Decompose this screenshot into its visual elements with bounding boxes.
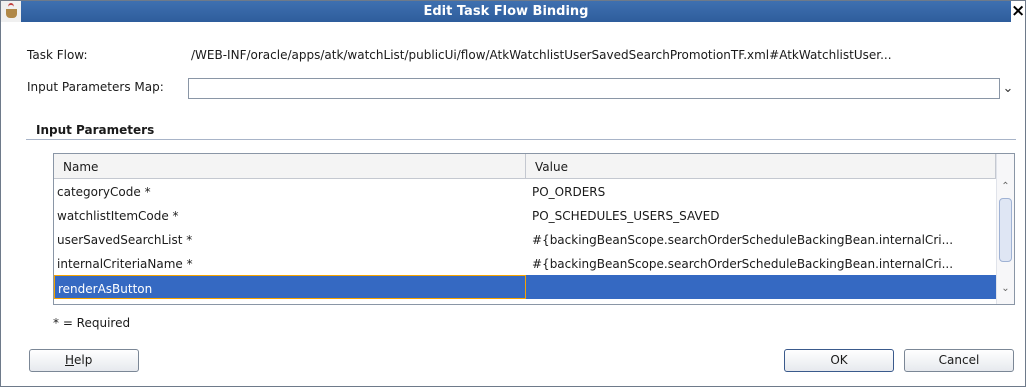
table-header: Name Value: [54, 154, 996, 179]
column-header-value[interactable]: Value: [526, 154, 996, 178]
input-parameters-table: Name Value categoryCode * PO_ORDERS watc…: [53, 153, 1015, 305]
vertical-scrollbar[interactable]: ⌃ ⌄: [996, 154, 1014, 304]
table-row-selected[interactable]: renderAsButton: [54, 275, 996, 299]
edit-task-flow-binding-dialog: Edit Task Flow Binding × Task Flow: /WEB…: [0, 0, 1026, 387]
param-value[interactable]: PO_ORDERS: [529, 179, 996, 203]
table-row[interactable]: userSavedSearchList * #{backingBeanScope…: [54, 227, 996, 251]
cancel-button[interactable]: Cancel: [904, 349, 1014, 372]
param-value[interactable]: #{backingBeanScope.searchOrderScheduleBa…: [529, 251, 996, 275]
param-name[interactable]: categoryCode *: [54, 179, 526, 203]
help-button[interactable]: Help: [29, 349, 139, 372]
ok-button[interactable]: OK: [784, 349, 894, 372]
param-value[interactable]: PO_SCHEDULES_USERS_SAVED: [529, 203, 996, 227]
title-bar[interactable]: Edit Task Flow Binding ×: [1, 1, 1025, 22]
param-value[interactable]: [529, 275, 996, 299]
task-flow-label: Task Flow:: [27, 48, 88, 62]
param-name[interactable]: watchlistItemCode *: [54, 203, 526, 227]
table-row[interactable]: categoryCode * PO_ORDERS: [54, 179, 996, 203]
dialog-title: Edit Task Flow Binding: [423, 4, 589, 19]
param-name[interactable]: userSavedSearchList *: [54, 227, 526, 251]
param-name[interactable]: renderAsButton: [54, 275, 526, 299]
input-parameters-map-combo[interactable]: [188, 78, 1000, 99]
task-flow-path: /WEB-INF/oracle/apps/atk/watchList/publi…: [191, 48, 892, 62]
chevron-down-icon[interactable]: ⌄: [1000, 79, 1016, 98]
param-name[interactable]: internalCriteriaName *: [54, 251, 526, 275]
section-divider: [26, 139, 1016, 140]
input-parameters-heading: Input Parameters: [36, 123, 155, 137]
param-value[interactable]: #{backingBeanScope.searchOrderScheduleBa…: [529, 227, 996, 251]
table-row[interactable]: watchlistItemCode * PO_SCHEDULES_USERS_S…: [54, 203, 996, 227]
required-note: * = Required: [53, 316, 131, 330]
column-header-name[interactable]: Name: [54, 154, 526, 178]
close-icon[interactable]: ×: [1011, 1, 1025, 22]
help-mnemonic: H: [65, 353, 75, 367]
scroll-up-icon[interactable]: ⌃: [997, 180, 1014, 194]
table-row[interactable]: internalCriteriaName * #{backingBeanScop…: [54, 251, 996, 275]
scroll-thumb[interactable]: [999, 198, 1012, 262]
help-label: elp: [74, 353, 93, 367]
scroll-down-icon[interactable]: ⌄: [997, 282, 1014, 296]
input-parameters-map-label: Input Parameters Map:: [27, 80, 164, 94]
